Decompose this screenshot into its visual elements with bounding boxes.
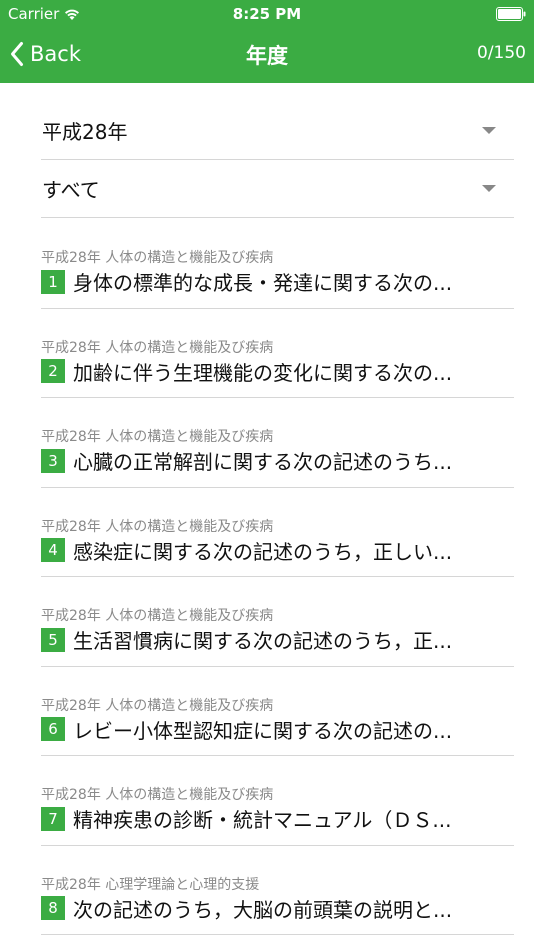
dropdown-triangle-icon <box>482 127 496 134</box>
number-badge: 4 <box>41 538 65 562</box>
battery-icon <box>496 7 526 21</box>
list-item[interactable]: 平成28年 人体の構造と機能及び疾病 6 レビー小体型認知症に関する次の記述の.… <box>41 667 514 756</box>
year-selector-value: 平成28年 <box>42 120 128 144</box>
filter-section: 平成28年 すべて <box>41 102 514 218</box>
list-item[interactable]: 平成28年 人体の構造と機能及び疾病 2 加齢に伴う生理機能の変化に関する次の.… <box>41 309 514 398</box>
item-meta: 平成28年 人体の構造と機能及び疾病 <box>41 339 274 356</box>
item-line: 3 心臓の正常解剖に関する次の記述のうち... <box>41 446 501 475</box>
dropdown-triangle-icon <box>482 185 496 192</box>
number-badge: 5 <box>41 627 65 652</box>
item-meta: 平成28年 人体の構造と機能及び疾病 <box>41 608 274 624</box>
progress-count: 0/150 <box>477 43 526 63</box>
item-line: 6 レビー小体型認知症に関する次の記述の... <box>41 715 501 744</box>
item-title: レビー小体型認知症に関する次の記述の... <box>73 718 453 743</box>
category-selector-value: すべて <box>42 178 100 202</box>
item-line: 1 身体の標準的な成長・発達に関する次の... <box>41 267 501 296</box>
number-badge: 2 <box>41 359 65 383</box>
question-list: 平成28年 人体の構造と機能及び疾病 1 身体の標準的な成長・発達に関する次の.… <box>41 219 514 935</box>
item-title: 感染症に関する次の記述のうち，正しい... <box>73 539 453 564</box>
navigation-bar: Back 年度 0/150 <box>0 28 534 83</box>
number-badge: 1 <box>41 269 65 294</box>
item-title: 精神疾患の診断・統計マニュアル（ＤＳ... <box>73 808 452 832</box>
list-item[interactable]: 平成28年 人体の構造と機能及び疾病 3 心臓の正常解剖に関する次の記述のうち.… <box>41 398 514 488</box>
item-meta: 平成28年 人体の構造と機能及び疾病 <box>41 518 274 535</box>
number-badge: 3 <box>41 448 65 473</box>
item-meta: 平成28年 人体の構造と機能及び疾病 <box>41 787 274 803</box>
list-item[interactable]: 平成28年 人体の構造と機能及び疾病 4 感染症に関する次の記述のうち，正しい.… <box>41 488 514 577</box>
number-badge: 6 <box>41 717 65 741</box>
page-title: 年度 <box>246 44 288 68</box>
item-meta: 平成28年 人体の構造と機能及び疾病 <box>41 429 274 445</box>
item-title: 次の記述のうち，大脳の前頭葉の説明と... <box>73 897 453 922</box>
list-item[interactable]: 平成28年 人体の構造と機能及び疾病 7 精神疾患の診断・統計マニュアル（ＤＳ.… <box>41 756 514 846</box>
item-title: 生活習慣病に関する次の記述のうち，正... <box>73 629 453 653</box>
number-badge: 8 <box>41 896 65 920</box>
item-meta: 平成28年 心理学理論と心理的支援 <box>41 876 260 893</box>
number-badge: 7 <box>41 806 65 831</box>
header: Carrier 8:25 PM Back 年度 0/150 <box>0 0 534 83</box>
item-line: 2 加齢に伴う生理機能の変化に関する次の... <box>41 357 501 386</box>
item-line: 8 次の記述のうち，大脳の前頭葉の説明と... <box>41 894 501 923</box>
item-line: 7 精神疾患の診断・統計マニュアル（ＤＳ... <box>41 804 501 833</box>
item-line: 4 感染症に関する次の記述のうち，正しい... <box>41 536 501 565</box>
item-title: 加齢に伴う生理機能の変化に関する次の... <box>73 360 453 385</box>
status-bar: Carrier 8:25 PM <box>0 0 534 28</box>
list-item[interactable]: 平成28年 心理学理論と心理的支援 8 次の記述のうち，大脳の前頭葉の説明と..… <box>41 846 514 935</box>
list-item[interactable]: 平成28年 人体の構造と機能及び疾病 1 身体の標準的な成長・発達に関する次の.… <box>41 219 514 309</box>
list-item[interactable]: 平成28年 人体の構造と機能及び疾病 5 生活習慣病に関する次の記述のうち，正.… <box>41 577 514 667</box>
item-title: 心臓の正常解剖に関する次の記述のうち... <box>73 450 453 474</box>
item-line: 5 生活習慣病に関する次の記述のうち，正... <box>41 625 501 654</box>
item-meta: 平成28年 人体の構造と機能及び疾病 <box>41 250 274 266</box>
status-time: 8:25 PM <box>232 5 302 23</box>
year-selector[interactable]: 平成28年 <box>41 102 514 160</box>
category-selector[interactable]: すべて <box>41 160 514 218</box>
item-title: 身体の標準的な成長・発達に関する次の... <box>73 271 453 295</box>
item-meta: 平成28年 人体の構造と機能及び疾病 <box>41 697 274 714</box>
